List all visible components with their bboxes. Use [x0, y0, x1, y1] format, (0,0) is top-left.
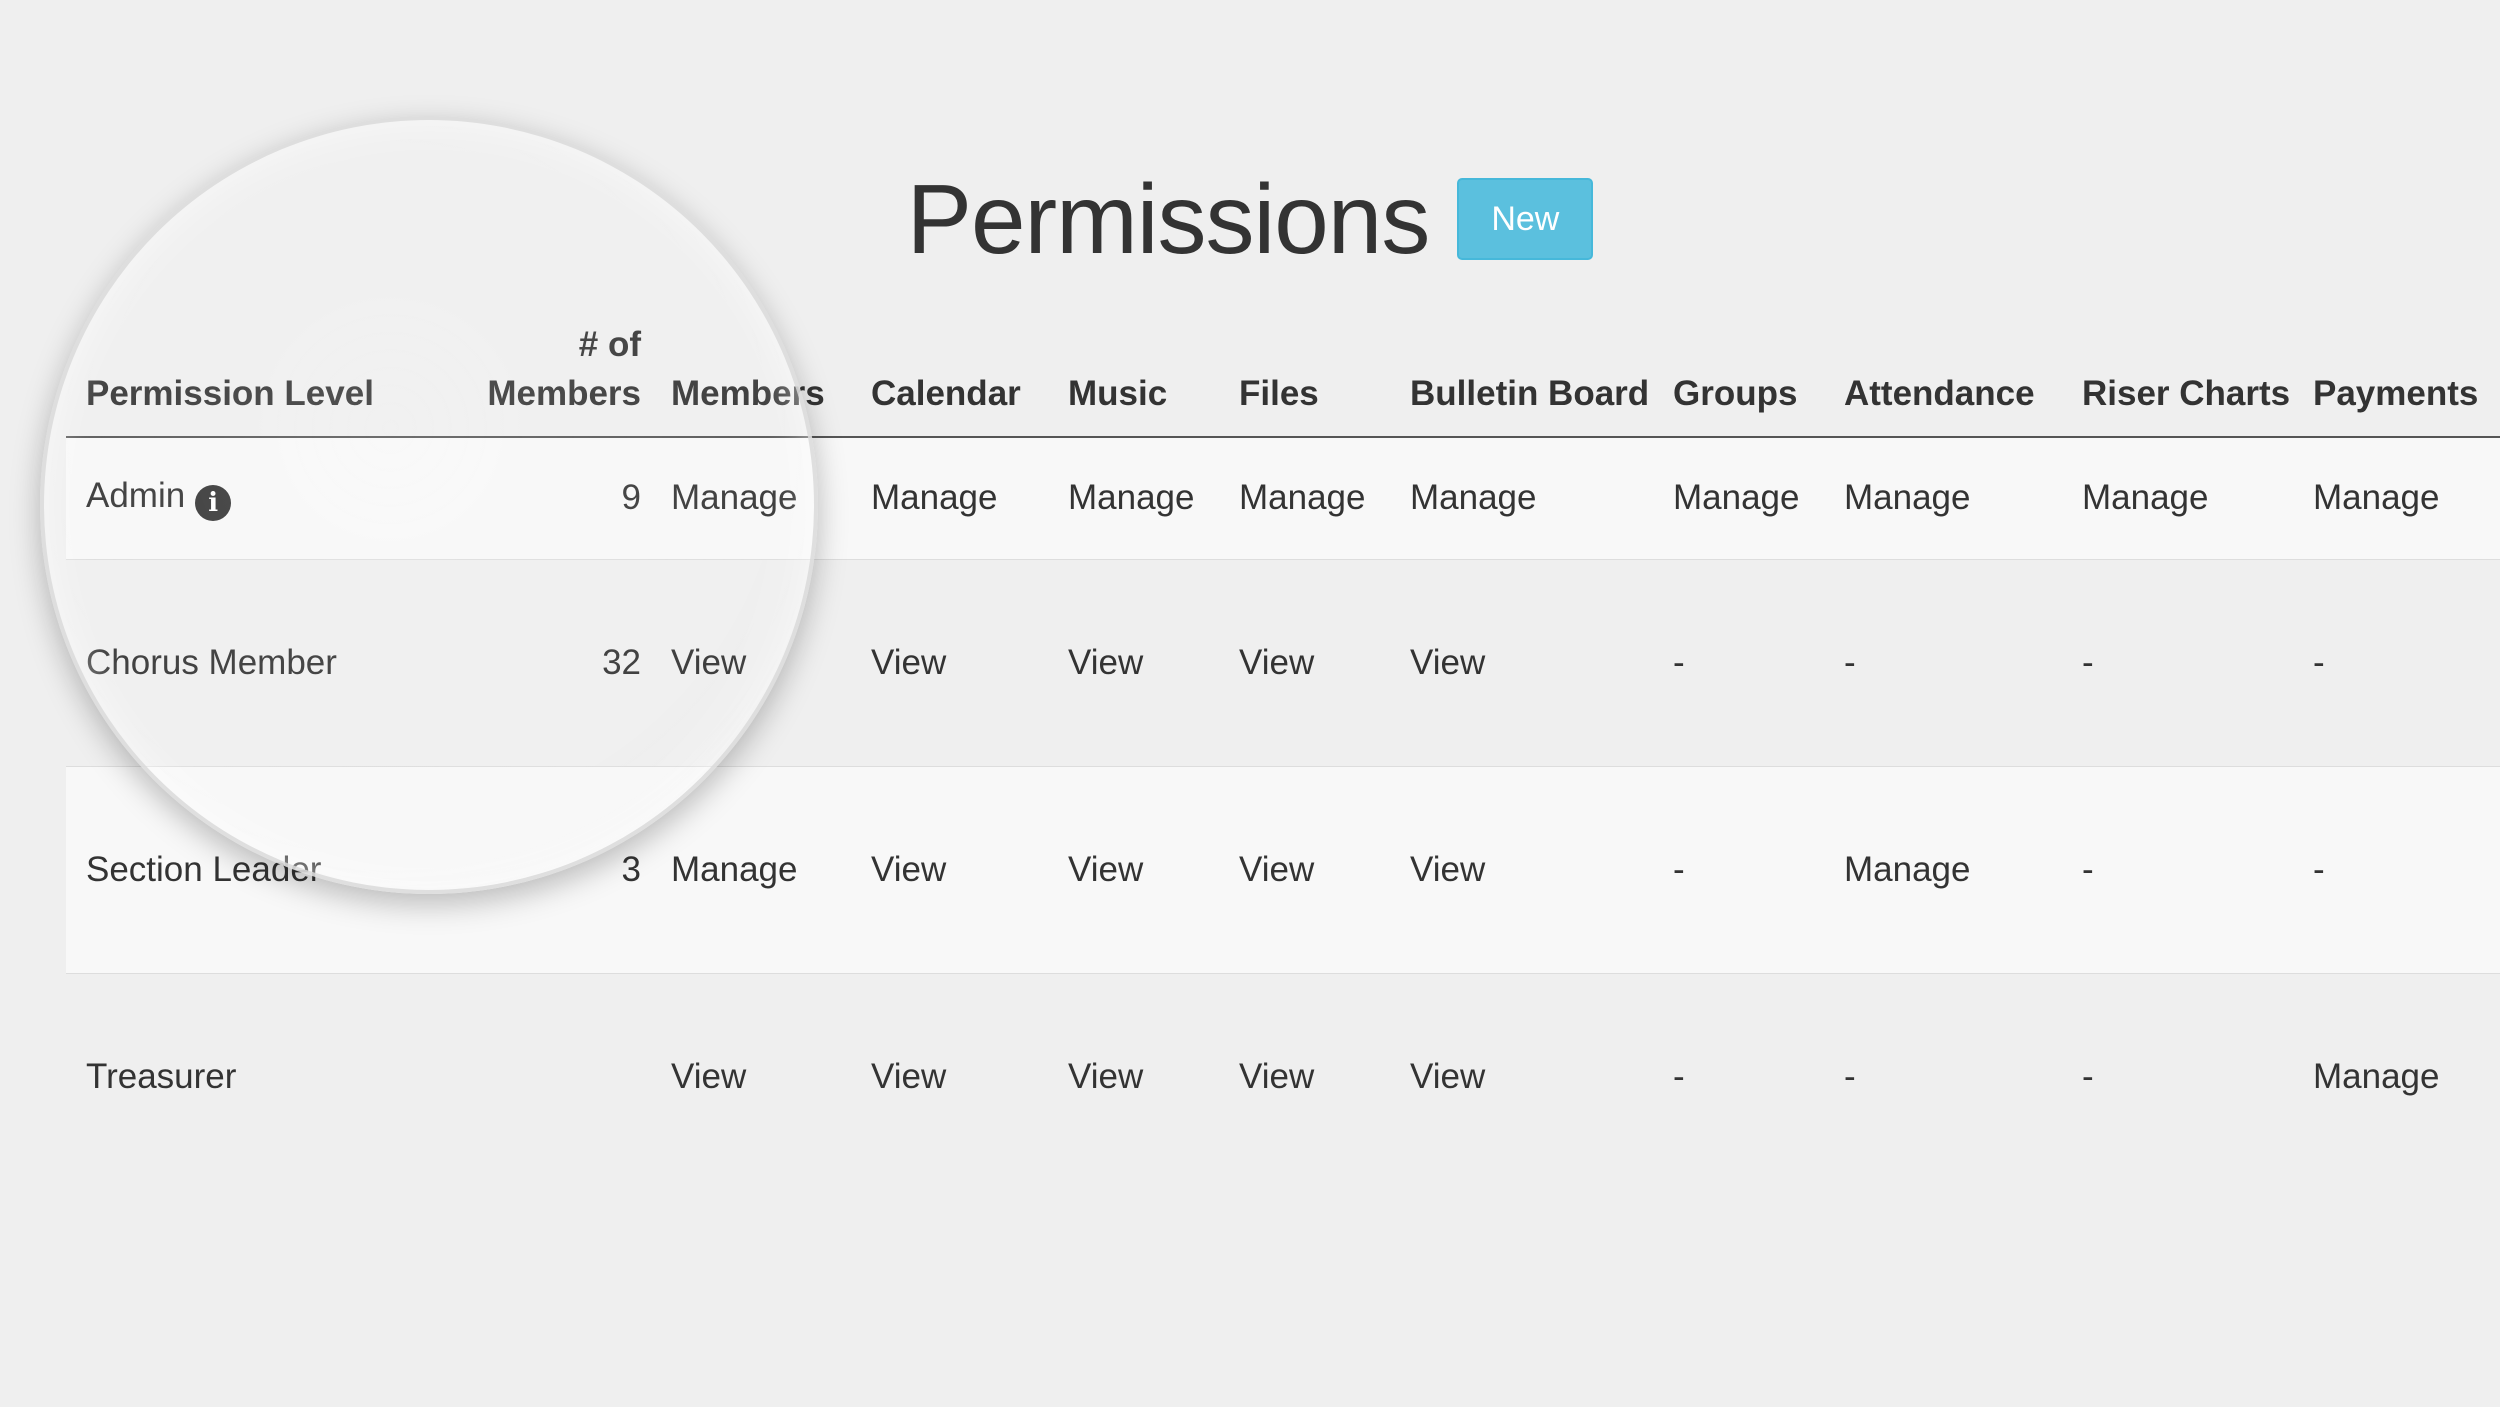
permission-cell: Manage — [1653, 436, 1824, 559]
column-header: Music — [1048, 320, 1219, 438]
permission-cell: View — [1048, 558, 1219, 766]
permission-cell: - — [1653, 972, 1824, 1180]
new-permission-button[interactable]: New — [1457, 178, 1594, 260]
permission-level-name[interactable]: Treasurer — [86, 1057, 236, 1096]
table-header-row: Permission Level # of Members Members Ca… — [66, 320, 2500, 438]
permission-cell: View — [651, 558, 851, 766]
permission-cell: View — [1219, 765, 1390, 973]
permission-cell: View — [851, 765, 1048, 973]
permission-level-name[interactable]: Chorus Member — [86, 643, 337, 682]
permission-level-name[interactable]: Admin — [86, 476, 185, 515]
permission-cell: Manage — [651, 436, 851, 559]
column-header: Members — [651, 320, 851, 438]
permission-cell: View — [1390, 558, 1653, 766]
page-header: Permissions New — [0, 170, 2500, 268]
permission-level-cell[interactable]: Treasurer — [66, 972, 396, 1180]
page-title: Permissions — [906, 164, 1431, 274]
permission-cell: Manage — [851, 436, 1048, 559]
column-header: Permission Level — [66, 320, 396, 438]
column-header: Payments — [2293, 320, 2500, 438]
table-row[interactable]: Treasurer View View View View View - - -… — [66, 972, 2500, 1180]
permission-cell: View — [651, 972, 851, 1180]
permission-cell: - — [1824, 972, 2062, 1180]
permission-cell: Manage — [2062, 436, 2293, 559]
column-header: Attendance — [1824, 320, 2062, 438]
permission-cell: - — [1824, 558, 2062, 766]
permission-level-cell[interactable]: Chorus Member — [66, 558, 396, 766]
member-count: 32 — [396, 558, 651, 766]
permission-cell: View — [1390, 765, 1653, 973]
table-row[interactable]: Section Leader 3 Manage View View View V… — [66, 765, 2500, 973]
column-header: Calendar — [851, 320, 1048, 438]
permission-cell: Manage — [1390, 436, 1653, 559]
column-header: Groups — [1653, 320, 1824, 438]
permission-level-cell[interactable]: Admin i — [66, 436, 396, 559]
column-header: Bulletin Board — [1390, 320, 1653, 438]
permission-cell: Manage — [1048, 436, 1219, 559]
info-icon[interactable]: i — [195, 484, 232, 521]
permission-cell: - — [1653, 558, 1824, 766]
permission-cell: View — [851, 972, 1048, 1180]
permission-cell: - — [2062, 972, 2293, 1180]
column-header: # of Members — [396, 320, 651, 438]
member-count: 3 — [396, 765, 651, 973]
member-count — [396, 972, 651, 1180]
column-header: Files — [1219, 320, 1390, 438]
permission-cell: - — [2293, 558, 2500, 766]
permission-cell: View — [1390, 972, 1653, 1180]
permission-cell: Manage — [1824, 765, 2062, 973]
table-row[interactable]: Admin i 9 Manage Manage Manage Manage Man… — [66, 436, 2500, 559]
permission-cell: View — [1219, 558, 1390, 766]
permission-level-name[interactable]: Section Leader — [86, 850, 321, 889]
permission-cell: Manage — [651, 765, 851, 973]
table-row[interactable]: Chorus Member 32 View View View View Vie… — [66, 558, 2500, 766]
permissions-table: Permission Level # of Members Members Ca… — [66, 320, 2500, 1180]
permissions-table-container: Permission Level # of Members Members Ca… — [66, 320, 2500, 1180]
permission-cell: - — [2062, 558, 2293, 766]
permission-cell: - — [2293, 765, 2500, 973]
permission-cell: View — [1219, 972, 1390, 1180]
permission-cell: Manage — [2293, 972, 2500, 1180]
member-count: 9 — [396, 436, 651, 559]
permission-cell: Manage — [1824, 436, 2062, 559]
permission-cell: View — [1048, 765, 1219, 973]
permission-cell: - — [1653, 765, 1824, 973]
permission-cell: View — [1048, 972, 1219, 1180]
permission-cell: - — [2062, 765, 2293, 973]
permission-cell: Manage — [1219, 436, 1390, 559]
column-header: Riser Charts — [2062, 320, 2293, 438]
permission-level-cell[interactable]: Section Leader — [66, 765, 396, 973]
permission-cell: Manage — [2293, 436, 2500, 559]
permission-cell: View — [851, 558, 1048, 766]
